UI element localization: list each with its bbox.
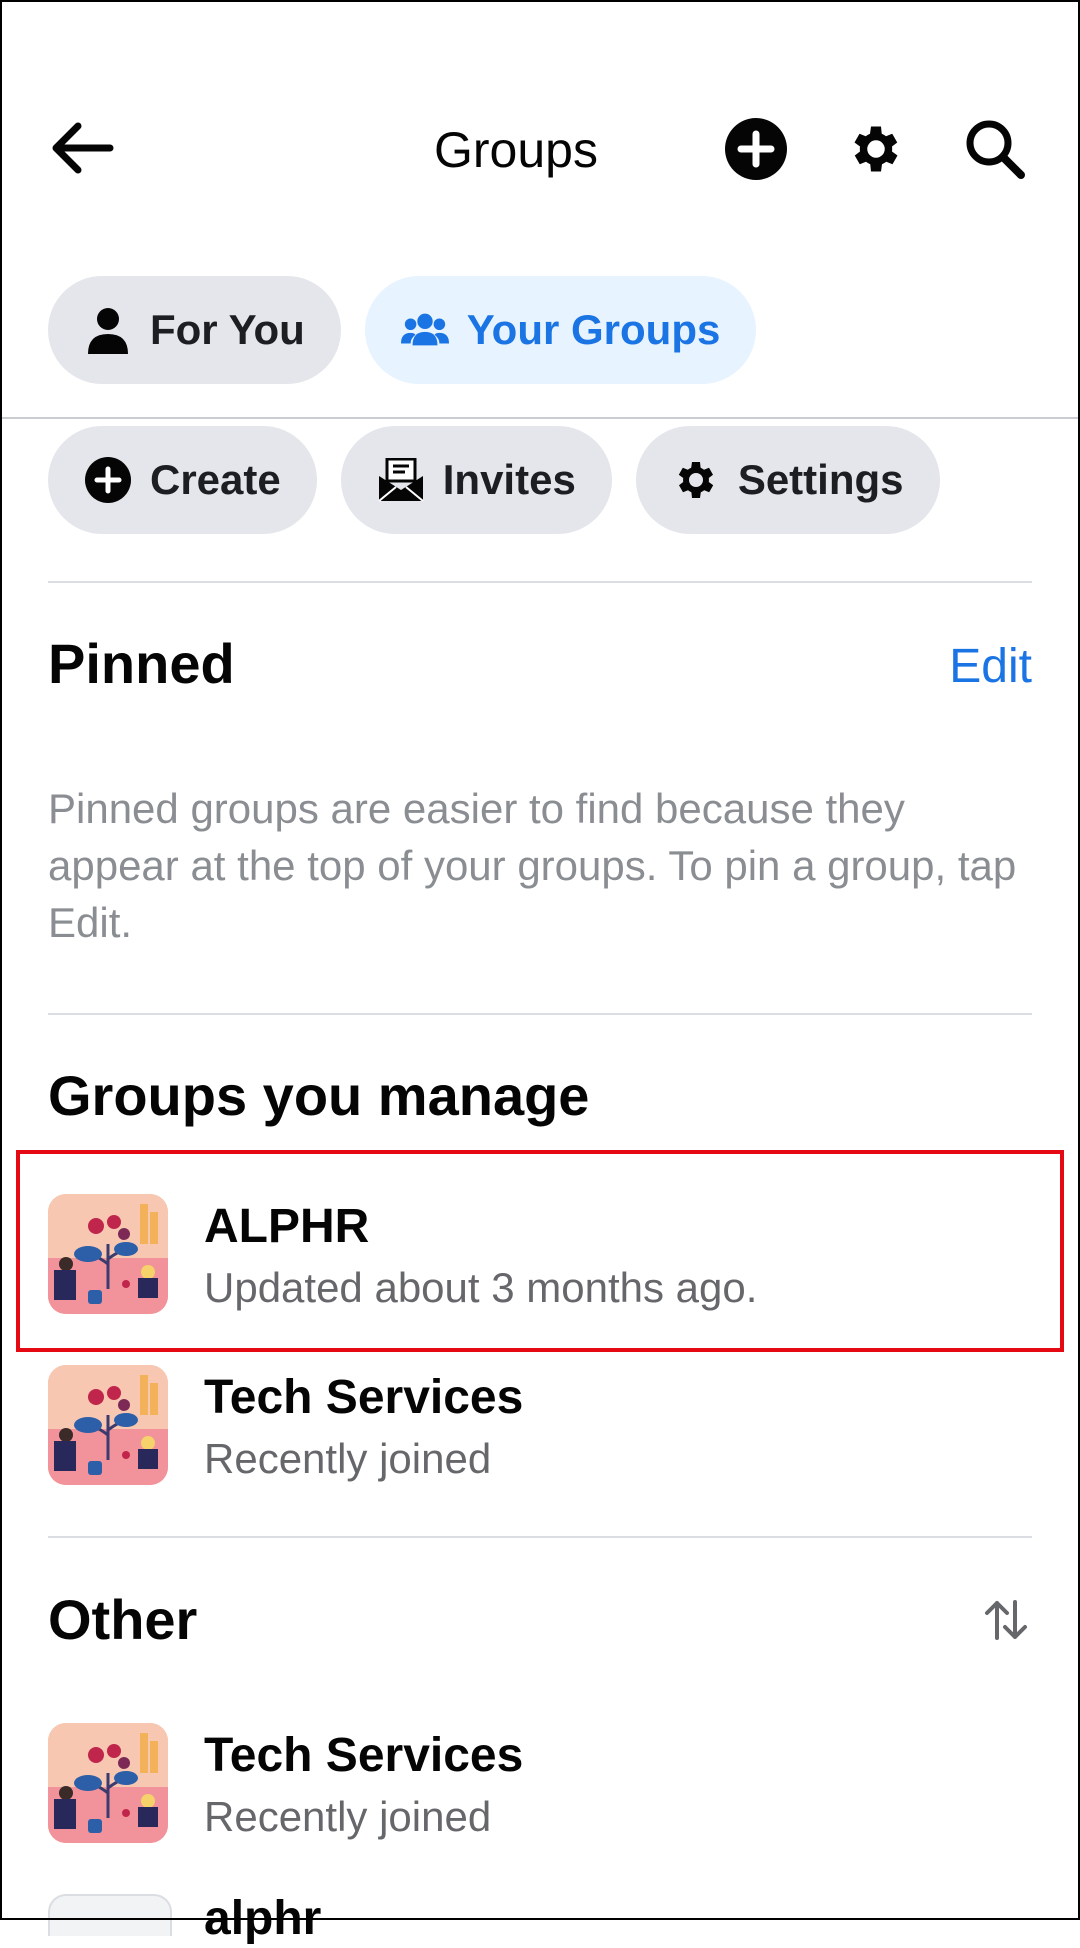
create-button[interactable]: Create bbox=[48, 426, 317, 534]
highlight-box bbox=[16, 1150, 1064, 1352]
search-icon bbox=[964, 118, 1026, 185]
group-avatar bbox=[48, 1723, 168, 1843]
people-icon bbox=[400, 306, 449, 354]
pinned-heading: Pinned bbox=[48, 632, 235, 695]
tab-label: For You bbox=[150, 306, 305, 353]
group-row[interactable]: Tech Services Recently joined bbox=[48, 1365, 1032, 1489]
tab-bar: For You Your Groups bbox=[48, 276, 757, 384]
group-name: Tech Services bbox=[204, 1729, 524, 1782]
group-row[interactable]: Tech Services Recently joined bbox=[48, 1723, 1032, 1847]
person-icon bbox=[84, 306, 132, 354]
header-divider bbox=[0, 417, 1080, 419]
section-divider bbox=[48, 1536, 1032, 1538]
group-subtitle: Recently joined bbox=[204, 1435, 492, 1482]
invites-button[interactable]: Invites bbox=[340, 426, 612, 534]
group-avatar bbox=[48, 1894, 172, 1936]
tab-label: Your Groups bbox=[466, 306, 721, 353]
gear-icon bbox=[846, 119, 906, 184]
sort-button[interactable] bbox=[980, 1596, 1032, 1648]
edit-pinned-link[interactable]: Edit bbox=[949, 632, 1032, 702]
group-name: Tech Services bbox=[204, 1371, 524, 1424]
tab-your-groups[interactable]: Your Groups bbox=[364, 276, 757, 384]
chip-label: Invites bbox=[442, 456, 576, 503]
app-header: Groups For You Your Groups bbox=[0, 0, 1080, 384]
group-avatar bbox=[48, 1365, 168, 1485]
sort-arrows-icon bbox=[984, 1599, 1028, 1645]
plus-circle-icon bbox=[84, 456, 132, 504]
chip-label: Create bbox=[150, 456, 281, 503]
chip-label: Settings bbox=[737, 456, 904, 503]
settings-chip-button[interactable]: Settings bbox=[635, 426, 940, 534]
section-divider bbox=[48, 581, 1032, 583]
pinned-description: Pinned groups are easier to find because… bbox=[48, 785, 1017, 946]
settings-button[interactable] bbox=[843, 118, 909, 184]
tab-for-you[interactable]: For You bbox=[48, 276, 341, 384]
plus-circle-icon bbox=[725, 117, 787, 185]
gear-icon bbox=[672, 456, 720, 504]
other-heading: Other bbox=[48, 1588, 198, 1651]
groups-you-manage-heading: Groups you manage bbox=[48, 1064, 590, 1127]
create-group-button[interactable] bbox=[723, 117, 789, 185]
search-button[interactable] bbox=[962, 118, 1028, 184]
group-subtitle: Recently joined bbox=[204, 1793, 492, 1840]
group-name[interactable]: alphr bbox=[204, 1890, 321, 1948]
action-chips: Create Invites Settings bbox=[48, 426, 940, 534]
envelope-icon bbox=[377, 456, 425, 504]
section-divider bbox=[48, 1013, 1032, 1015]
